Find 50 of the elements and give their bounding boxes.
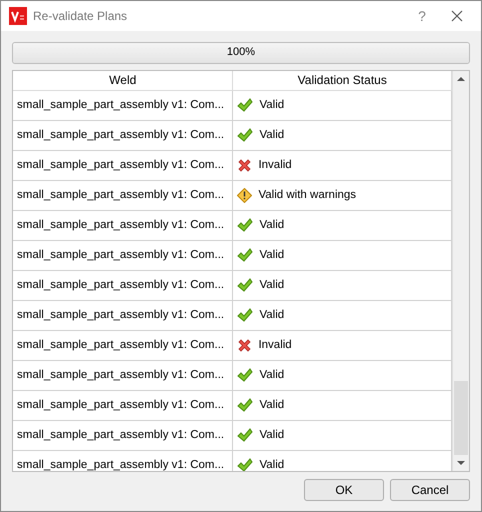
- weld-cell: small_sample_part_assembly v1: Com...: [13, 330, 234, 361]
- cancel-button[interactable]: Cancel: [390, 479, 470, 501]
- checkmark-icon: [237, 248, 254, 263]
- checkmark-icon: [237, 128, 254, 143]
- cross-icon: [237, 158, 252, 173]
- scroll-thumb[interactable]: [454, 381, 468, 455]
- column-header[interactable]: Weld: [13, 70, 234, 91]
- help-button[interactable]: ?: [399, 8, 445, 24]
- status-text: Valid: [259, 309, 284, 322]
- checkmark-icon: [237, 218, 254, 233]
- checkmark-icon: [237, 98, 254, 113]
- weld-cell: small_sample_part_assembly v1: Com...: [13, 210, 234, 241]
- status-text: Invalid: [258, 159, 292, 172]
- progress-reading: 100%: [226, 46, 256, 58]
- checkmark-icon: [237, 458, 254, 471]
- checkmark-icon: [237, 428, 254, 443]
- column-header[interactable]: Validation Status: [233, 70, 452, 91]
- status-text: Valid: [259, 249, 284, 262]
- status-text: Invalid: [258, 339, 292, 352]
- status-text: Valid: [259, 399, 284, 412]
- checkmark-icon: [237, 368, 254, 383]
- weld-cell: small_sample_part_assembly v1: Com...: [13, 90, 234, 121]
- weld-cell: small_sample_part_assembly v1: Com...: [13, 300, 234, 331]
- checkmark-icon: [237, 398, 254, 413]
- weld-cell: small_sample_part_assembly v1: Com...: [13, 150, 234, 181]
- weld-cell: small_sample_part_assembly v1: Com...: [13, 450, 234, 471]
- warning-icon: [237, 188, 252, 203]
- cross-icon: [237, 338, 252, 353]
- checkmark-icon: [237, 308, 254, 323]
- app-logo-icon: [9, 7, 27, 25]
- scrollbar[interactable]: [452, 70, 469, 471]
- weld-cell: small_sample_part_assembly v1: Com...: [13, 180, 234, 211]
- status-text: Valid: [259, 99, 284, 112]
- close-icon[interactable]: [451, 10, 463, 22]
- ok-button[interactable]: OK: [304, 479, 384, 501]
- status-text: Valid: [259, 219, 284, 232]
- status-text: Valid: [259, 279, 284, 292]
- weld-cell: small_sample_part_assembly v1: Com...: [13, 420, 234, 451]
- status-text: Valid: [259, 129, 284, 142]
- status-text: Valid: [259, 429, 284, 442]
- checkmark-icon: [237, 278, 254, 293]
- weld-cell: small_sample_part_assembly v1: Com...: [13, 120, 234, 151]
- weld-cell: small_sample_part_assembly v1: Com...: [13, 270, 234, 301]
- weld-cell: small_sample_part_assembly v1: Com...: [13, 240, 234, 271]
- window-title: Re-validate Plans: [33, 9, 128, 23]
- weld-cell: small_sample_part_assembly v1: Com...: [13, 360, 234, 391]
- status-text: Valid: [259, 459, 284, 471]
- weld-cell: small_sample_part_assembly v1: Com...: [13, 390, 234, 421]
- status-text: Valid: [259, 369, 284, 382]
- status-text: Valid with warnings: [258, 189, 356, 202]
